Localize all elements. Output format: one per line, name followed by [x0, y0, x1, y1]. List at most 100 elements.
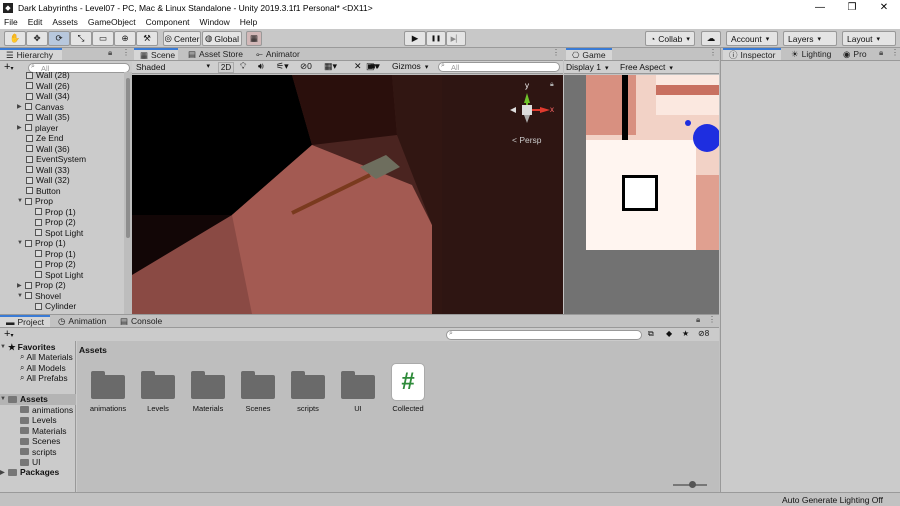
expand-arrow-closed-icon[interactable]: ▶	[17, 124, 25, 131]
step-button[interactable]: ▶▏	[446, 31, 466, 46]
hierarchy-item[interactable]: Prop (1)	[0, 207, 76, 218]
maximize-button[interactable]: ❐	[836, 0, 868, 15]
tab-console[interactable]: ▤ Console	[114, 315, 168, 327]
project-search-input[interactable]	[446, 330, 642, 340]
hand-tool-icon[interactable]: ✋	[4, 31, 26, 46]
orientation-gizmo[interactable]: y x < Persp	[500, 79, 556, 149]
menu-component[interactable]: Component	[146, 17, 190, 27]
project-create-plus-icon[interactable]: +▾	[4, 328, 13, 340]
camera-dropdown-icon[interactable]: ■▾	[370, 61, 380, 72]
expand-arrow-open-icon[interactable]: ▼	[17, 198, 25, 204]
layout-dropdown[interactable]: Layout	[842, 31, 896, 46]
hierarchy-scroll-thumb[interactable]	[126, 78, 130, 238]
hierarchy-item[interactable]: Wall (33)	[0, 165, 70, 176]
menu-help[interactable]: Help	[240, 17, 257, 27]
expand-arrow-closed-icon[interactable]: ▶	[17, 282, 25, 289]
menu-assets[interactable]: Assets	[52, 17, 78, 27]
expand-arrow-open-icon[interactable]: ▼	[17, 293, 25, 299]
asset-tree-folder[interactable]: animations	[0, 405, 73, 416]
scene-search-input[interactable]: All	[438, 62, 560, 72]
pause-button[interactable]: ❚❚	[426, 31, 446, 46]
menu-file[interactable]: File	[4, 17, 18, 27]
scale-tool-icon[interactable]: ⤡	[70, 31, 92, 46]
tab-asset-store[interactable]: ▤ Asset Store	[182, 48, 249, 60]
aspect-dropdown[interactable]: Free Aspect	[620, 62, 673, 72]
icon-size-slider-thumb[interactable]	[689, 481, 696, 488]
menu-window[interactable]: Window	[200, 17, 230, 27]
hierarchy-item[interactable]: ▼ Shovel	[0, 291, 61, 302]
lock-icon[interactable]: 🔒︎	[108, 48, 112, 58]
hierarchy-item[interactable]: Button	[0, 186, 61, 197]
menu-gameobject[interactable]: GameObject	[88, 17, 136, 27]
grid-snap-icon[interactable]: ▦	[246, 31, 262, 46]
icon-size-slider[interactable]	[673, 481, 707, 488]
filter-by-type-icon[interactable]: ⧉	[648, 329, 654, 339]
hierarchy-item[interactable]: ▶ Canvas	[0, 102, 64, 113]
toggle-2d-button[interactable]: 2D	[218, 62, 234, 73]
hierarchy-item[interactable]: Wall (34)	[0, 91, 70, 102]
pivot-center-button[interactable]: ◎ Center	[163, 31, 201, 46]
tab-lighting[interactable]: ☀ Lighting	[785, 48, 837, 60]
assets-node[interactable]: ▼ Assets	[0, 394, 76, 405]
gizmos-dropdown[interactable]: Gizmos	[392, 61, 428, 71]
hierarchy-item[interactable]: Spot Light	[0, 270, 83, 281]
inspector-menu-icon[interactable]: ⋮	[891, 48, 899, 57]
pivot-global-button[interactable]: ◍ Global	[202, 31, 242, 46]
asset-tree-folder[interactable]: UI	[0, 457, 41, 468]
tab-hierarchy[interactable]: ☰ Hierarchy	[0, 48, 62, 60]
minimize-button[interactable]: —	[804, 0, 836, 15]
favorites-node[interactable]: ▼ ★ Favorites	[0, 342, 55, 353]
hidden-packages-toggle[interactable]: ⊘8	[698, 329, 709, 338]
favorite-item[interactable]: ⌕ All Materials	[0, 352, 73, 363]
shading-mode-dropdown[interactable]: Shaded	[134, 62, 212, 73]
hierarchy-item[interactable]: Wall (36)	[0, 144, 70, 155]
favorite-star-icon[interactable]: ★	[682, 329, 689, 338]
menu-edit[interactable]: Edit	[28, 17, 43, 27]
asset-tree-folder[interactable]: Materials	[0, 426, 66, 437]
filter-by-label-icon[interactable]: ◆	[666, 329, 672, 338]
layers-dropdown[interactable]: Layers	[783, 31, 837, 46]
tab-project[interactable]: ▬ Project	[0, 315, 50, 327]
hierarchy-item[interactable]: Spot Light	[0, 228, 83, 239]
hierarchy-item[interactable]: Ze End	[0, 133, 63, 144]
tab-inspector[interactable]: ⓘ Inspector	[723, 48, 782, 60]
hierarchy-item[interactable]: ▼ Prop	[0, 196, 53, 207]
tools-icon[interactable]: ✕	[354, 61, 362, 72]
close-button[interactable]: ✕	[868, 0, 900, 15]
hierarchy-item[interactable]: Wall (35)	[0, 112, 70, 123]
hierarchy-item[interactable]: EventSystem	[0, 154, 86, 165]
effects-dropdown-icon[interactable]: ⚟▾	[276, 61, 289, 72]
audio-toggle-icon[interactable]: 🔊︎	[258, 61, 264, 72]
hierarchy-item[interactable]: Prop (1)	[0, 249, 76, 260]
hierarchy-item[interactable]: Wall (26)	[0, 81, 70, 92]
transform-tool-icon[interactable]: ⊕	[114, 31, 136, 46]
favorite-item[interactable]: ⌕ All Models	[0, 363, 66, 374]
collab-dropdown[interactable]: ◔ Collab	[645, 31, 695, 46]
rotate-tool-icon[interactable]: ⟳	[48, 31, 70, 46]
gizmo-lock-icon[interactable]: 🔒︎	[550, 81, 554, 89]
cloud-icon[interactable]: ☁	[701, 31, 721, 46]
favorite-item[interactable]: ⌕ All Prefabs	[0, 373, 68, 384]
tab-scene[interactable]: ▦ Scene	[134, 48, 178, 60]
tab-animator[interactable]: ⟜ Animator	[250, 48, 306, 60]
custom-tool-icon[interactable]: ⚒	[136, 31, 158, 46]
tab-profiler[interactable]: ◉ Pro	[837, 48, 873, 60]
hierarchy-scrollbar[interactable]	[124, 72, 132, 314]
hierarchy-item[interactable]: Prop (2)	[0, 217, 76, 228]
account-dropdown[interactable]: Account	[726, 31, 778, 46]
lighting-toggle-icon[interactable]: 💡︎	[240, 61, 246, 72]
scene-viewport[interactable]: y x < Persp 🔒︎	[132, 75, 563, 314]
hierarchy-item[interactable]: ▶ Prop (2)	[0, 280, 66, 291]
expand-arrow-closed-icon[interactable]: ▶	[17, 103, 25, 110]
display-dropdown[interactable]: Display 1	[566, 62, 608, 72]
project-lock-icon[interactable]: 🔒︎	[696, 315, 700, 325]
game-panel-menu-icon[interactable]: ⋮	[709, 48, 717, 57]
asset-tree-folder[interactable]: Levels	[0, 415, 57, 426]
game-view[interactable]	[564, 75, 721, 314]
tab-animation[interactable]: ◷ Animation	[52, 315, 112, 327]
hierarchy-item[interactable]: Cylinder	[0, 301, 76, 312]
grid-toggle-icon[interactable]: ▦▾	[324, 61, 337, 72]
packages-node[interactable]: ▶ Packages	[0, 467, 59, 478]
hierarchy-item[interactable]: Wall (28)	[0, 72, 70, 81]
inspector-lock-icon[interactable]: 🔒︎	[879, 48, 883, 58]
